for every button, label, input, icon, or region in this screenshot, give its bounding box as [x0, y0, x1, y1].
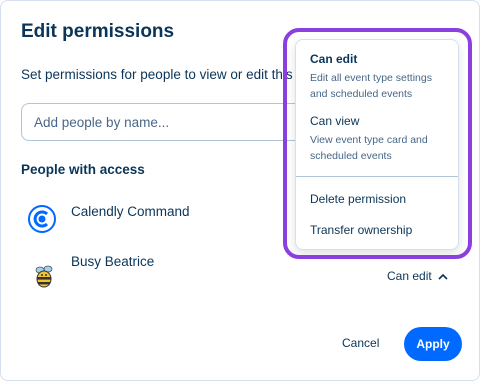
person-name: Calendly Command: [71, 204, 190, 219]
chevron-up-icon: [438, 273, 448, 280]
person-name: Busy Beatrice: [71, 254, 155, 269]
highlight-outline: [283, 28, 472, 259]
calendly-logo-icon: [28, 205, 56, 233]
apply-button[interactable]: Apply: [404, 327, 462, 361]
cancel-button[interactable]: Cancel: [336, 329, 384, 357]
dialog-title: Edit permissions: [21, 21, 175, 42]
people-with-access-heading: People with access: [21, 162, 145, 177]
dialog-description: Set permissions for people to view or ed…: [21, 67, 301, 82]
role-dropdown-toggle[interactable]: Can edit: [387, 269, 448, 283]
add-people-input[interactable]: [21, 103, 321, 141]
bee-icon: [35, 265, 53, 288]
role-dropdown-label: Can edit: [387, 269, 432, 283]
